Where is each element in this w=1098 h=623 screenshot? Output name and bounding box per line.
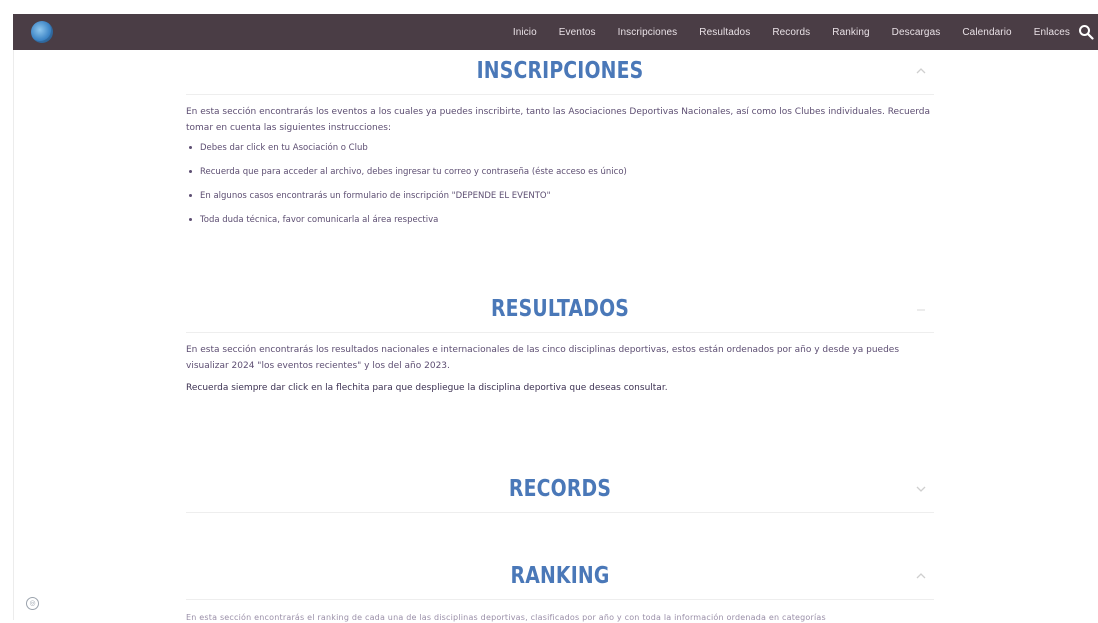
list-item: En algunos casos encontrarás un formular… (188, 190, 936, 202)
nav-item-calendario[interactable]: Calendario (962, 27, 1011, 38)
nav-item-resultados[interactable]: Resultados (699, 27, 750, 38)
globe-logo[interactable] (31, 21, 53, 43)
nav-item-inscripciones[interactable]: Inscripciones (618, 27, 678, 38)
section-note: Recuerda siempre dar click en la flechit… (186, 383, 668, 393)
section-header-resultados[interactable]: RESULTADOS (184, 296, 936, 332)
nav-item-ranking[interactable]: Ranking (832, 27, 869, 38)
divider (186, 94, 934, 95)
section-header-ranking[interactable]: RANKING (184, 563, 936, 599)
nav-item-enlaces[interactable]: Enlaces (1034, 27, 1070, 38)
section-intro: En esta sección encontrarás los eventos … (186, 107, 931, 133)
chevron-up-icon[interactable] (914, 569, 928, 583)
list-item: Toda duda técnica, favor comunicarla al … (188, 214, 936, 226)
instruction-list: Debes dar click en tu Asociación o Club … (184, 142, 936, 226)
section-ranking: RANKING (184, 563, 936, 600)
section-intro-cutoff: En esta sección encontrarás el ranking d… (186, 613, 826, 622)
section-title: RANKING (510, 563, 610, 589)
search-icon[interactable] (1078, 24, 1094, 40)
section-title: RESULTADOS (490, 296, 630, 322)
page-left-border (13, 50, 14, 620)
chevron-down-icon[interactable] (914, 302, 928, 316)
list-item: Debes dar click en tu Asociación o Club (188, 142, 936, 154)
accessibility-icon[interactable]: ◎ (26, 597, 39, 610)
section-records: RECORDS (184, 476, 936, 513)
section-intro: En esta sección encontrarás los resultad… (186, 345, 900, 371)
top-navbar: Inicio Eventos Inscripciones Resultados … (13, 14, 1098, 50)
divider (186, 332, 934, 333)
divider (186, 512, 934, 513)
chevron-up-icon[interactable] (914, 64, 928, 78)
list-item: Recuerda que para acceder al archivo, de… (188, 166, 936, 178)
nav-item-descargas[interactable]: Descargas (892, 27, 941, 38)
section-title: RECORDS (508, 476, 612, 502)
section-title: INSCRIPCIONES (476, 58, 644, 84)
section-inscripciones: INSCRIPCIONES En esta sección encontrará… (184, 58, 936, 238)
section-header-records[interactable]: RECORDS (184, 476, 936, 512)
nav-item-eventos[interactable]: Eventos (559, 27, 596, 38)
chevron-down-icon[interactable] (914, 482, 928, 496)
divider (186, 599, 934, 600)
section-resultados: RESULTADOS En esta sección encontrarás l… (184, 296, 936, 396)
nav-menu: Inicio Eventos Inscripciones Resultados … (491, 14, 1070, 50)
nav-item-records[interactable]: Records (772, 27, 810, 38)
section-header-inscripciones[interactable]: INSCRIPCIONES (184, 58, 936, 94)
nav-item-inicio[interactable]: Inicio (513, 27, 537, 38)
